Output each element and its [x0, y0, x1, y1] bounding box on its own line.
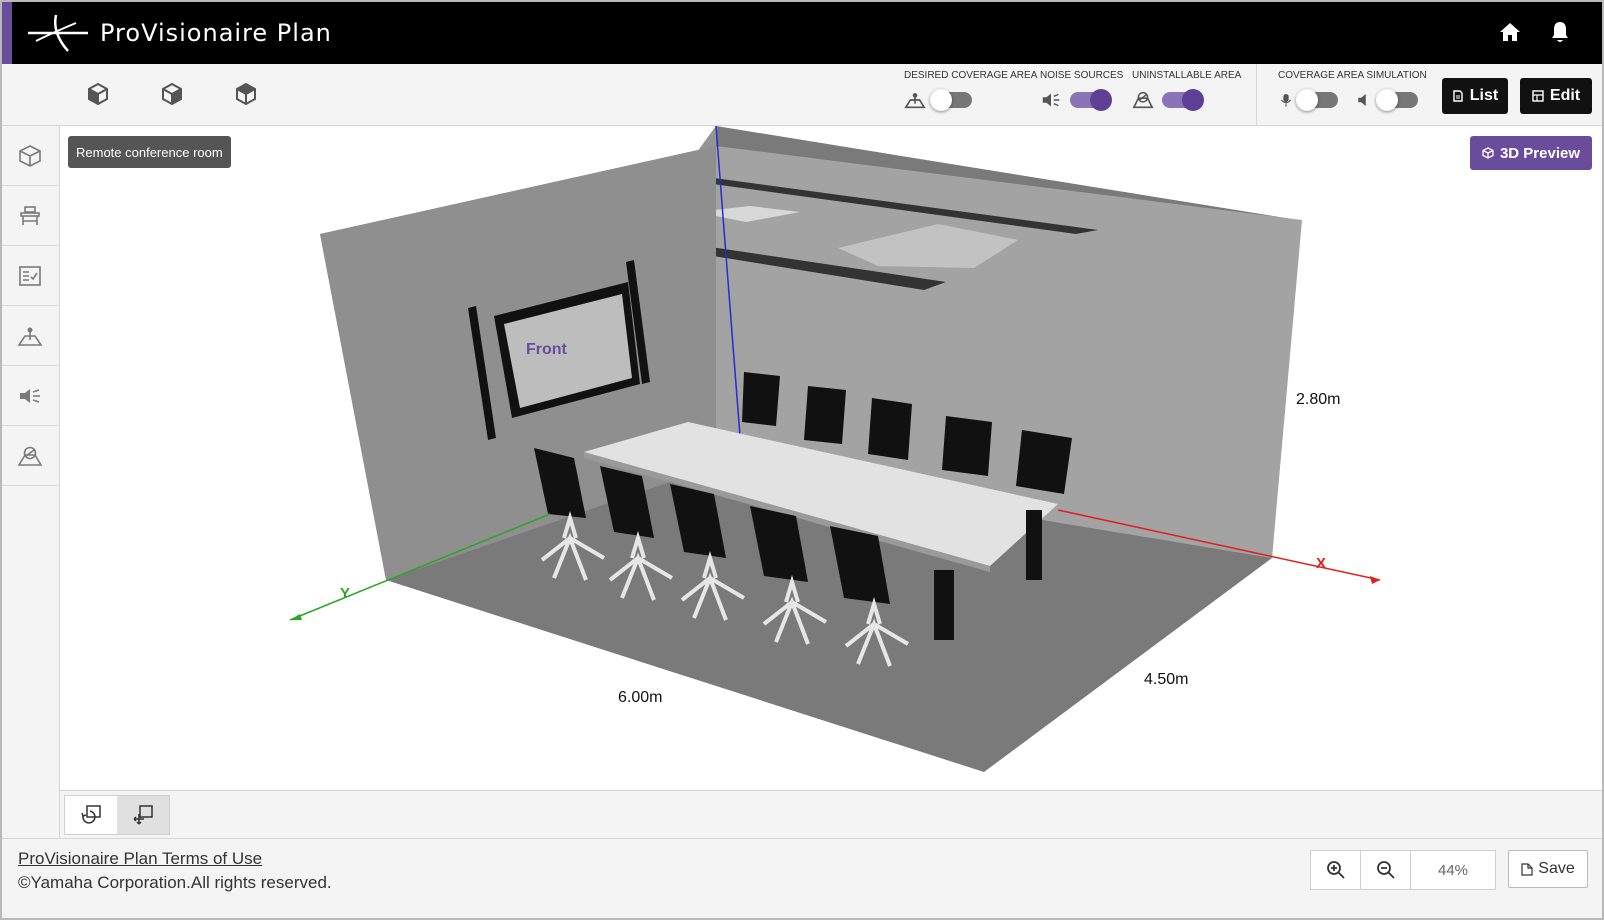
home-icon[interactable]: [1498, 20, 1522, 44]
sidebar-item-room[interactable]: [2, 126, 58, 186]
cube-icon: [1482, 147, 1494, 159]
3d-preview-button[interactable]: 3D Preview: [1469, 136, 1592, 170]
screen-label: Front: [526, 341, 568, 358]
speaker-icon: [1358, 94, 1366, 106]
desired-coverage-switch[interactable]: [930, 89, 972, 111]
cube-view-icon[interactable]: [86, 82, 110, 106]
cube-view-icon[interactable]: [160, 82, 184, 106]
table-leg: [1026, 510, 1042, 580]
sidebar-item-noise-sources[interactable]: [2, 366, 58, 426]
terms-of-use-link[interactable]: ProVisionaire Plan Terms of Use: [18, 849, 262, 869]
view-mode-group: [64, 795, 170, 835]
room-height-label: 2.80m: [1296, 391, 1340, 408]
microphone-icon: [1280, 94, 1292, 107]
toolbar: DESIRED COVERAGE AREA NOISE SOURCES UNIN…: [2, 64, 1602, 126]
speaker-simulation-switch[interactable]: [1376, 89, 1418, 111]
3d-preview-label: 3D Preview: [1499, 144, 1580, 162]
coverage-area-icon: [17, 327, 43, 346]
accent-strip: [2, 2, 12, 64]
zoom-out-button[interactable]: [1361, 851, 1411, 889]
grid-icon: [1532, 90, 1544, 102]
sidebar-item-uninstallable-area[interactable]: [2, 426, 58, 486]
top-bar: ProVisionaire Plan: [2, 2, 1602, 64]
x-axis-arrow: [1370, 576, 1380, 584]
coverage-area-icon: [904, 93, 926, 109]
uninstallable-area-toggle-group: UNINSTALLABLE AREA: [1132, 70, 1241, 111]
room-width-label: 6.00m: [618, 689, 662, 706]
noise-sources-switch[interactable]: [1070, 89, 1112, 111]
desired-coverage-label: DESIRED COVERAGE AREA: [904, 70, 1038, 81]
zoom-in-icon: [1326, 861, 1345, 879]
document-icon: [1521, 862, 1533, 876]
room-icon: [19, 144, 41, 167]
toolbar-divider: [1256, 64, 1257, 126]
zoom-controls: 44%: [1310, 850, 1496, 890]
room-3d-scene[interactable]: Front X Y 6.00m 4.50m 2.80m: [60, 126, 1602, 790]
noise-source-icon: [20, 388, 40, 403]
zoom-in-button[interactable]: [1311, 851, 1361, 889]
edit-button-label: Edit: [1549, 87, 1581, 104]
sidebar-item-coverage-area[interactable]: [2, 306, 58, 366]
uninstallable-area-switch[interactable]: [1162, 89, 1204, 111]
uninstallable-area-icon: [17, 446, 43, 466]
x-axis-label: X: [1316, 555, 1326, 572]
document-icon: [1453, 90, 1463, 102]
app-logo[interactable]: ProVisionaire Plan: [26, 8, 332, 58]
list-button-label: List: [1469, 87, 1499, 104]
header-actions: [1498, 20, 1572, 44]
checklist-icon: [19, 265, 41, 286]
save-button[interactable]: Save: [1508, 850, 1588, 888]
coverage-simulation-label: COVERAGE AREA SIMULATION: [1278, 70, 1427, 81]
coverage-simulation-group: COVERAGE AREA SIMULATION: [1278, 70, 1427, 111]
bell-icon[interactable]: [1548, 20, 1572, 44]
edit-button[interactable]: Edit: [1520, 78, 1592, 114]
noise-sources-label: NOISE SOURCES: [1040, 70, 1124, 81]
y-axis-label: Y: [340, 585, 350, 602]
list-button[interactable]: List: [1442, 78, 1508, 114]
uninstallable-area-icon: [1132, 91, 1154, 109]
app-window: ProVisionaire Plan DESIRED COVERAGE AREA…: [0, 0, 1604, 920]
desired-coverage-toggle-group: DESIRED COVERAGE AREA: [904, 70, 1037, 111]
app-title: ProVisionaire Plan: [100, 19, 332, 47]
sidebar-item-checklist[interactable]: [2, 246, 58, 306]
mic-simulation-switch[interactable]: [1296, 89, 1338, 111]
logo-mark-icon: [28, 14, 88, 52]
pan-view-icon: [133, 805, 153, 825]
pan-view-button[interactable]: [117, 796, 169, 834]
noise-sources-toggle-group: NOISE SOURCES: [1040, 70, 1123, 111]
zoom-out-icon: [1376, 861, 1395, 879]
furniture-icon: [20, 205, 40, 225]
view-mode-bar: [60, 790, 1602, 838]
noise-source-icon: [1042, 93, 1060, 107]
save-button-label: Save: [1538, 860, 1575, 877]
rotate-view-icon: [81, 805, 101, 824]
rotate-view-button[interactable]: [65, 796, 117, 834]
y-axis-arrow: [290, 614, 302, 620]
zoom-level: 44%: [1437, 861, 1469, 879]
footer: ProVisionaire Plan Terms of Use ©Yamaha …: [2, 838, 1602, 918]
left-sidebar: [2, 126, 60, 838]
view-switcher: [86, 82, 258, 106]
room-depth-label: 4.50m: [1144, 671, 1188, 688]
room-name-badge: Remote conference room: [68, 136, 231, 168]
copyright-text: ©Yamaha Corporation.All rights reserved.: [18, 873, 332, 892]
3d-viewport[interactable]: Front X Y 6.00m 4.50m 2.80m Remote confe…: [60, 126, 1602, 790]
cube-view-icon[interactable]: [234, 82, 258, 106]
table-leg: [934, 570, 954, 640]
uninstallable-area-label: UNINSTALLABLE AREA: [1132, 70, 1242, 81]
sidebar-item-furniture[interactable]: [2, 186, 58, 246]
